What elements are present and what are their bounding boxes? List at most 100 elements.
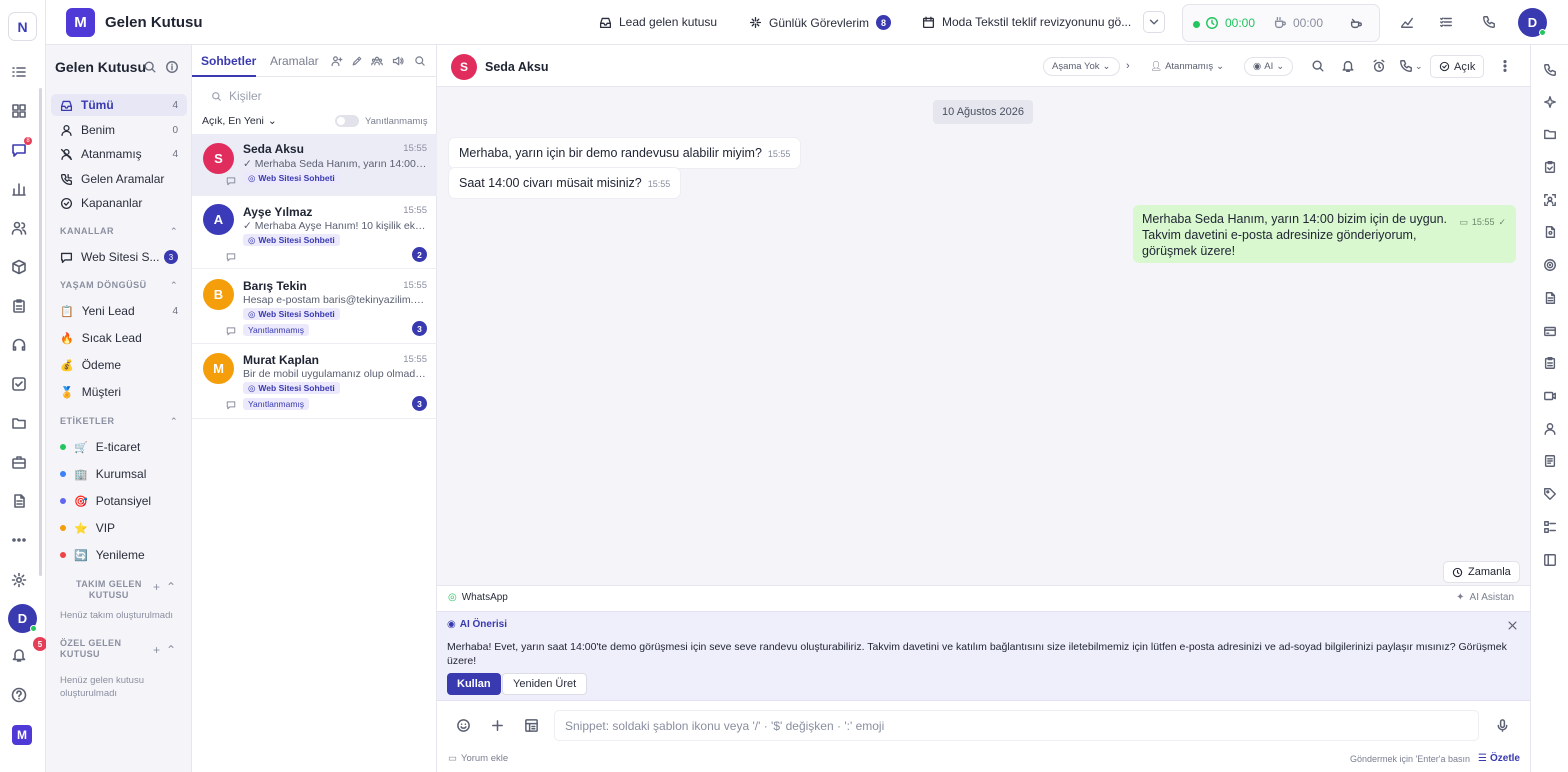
tag-vip[interactable]: ⭐ VIP xyxy=(51,517,187,539)
daily-tasks-link[interactable]: Günlük Görevlerim 8 xyxy=(749,15,892,30)
team-icon[interactable] xyxy=(371,55,383,67)
video-icon[interactable] xyxy=(1543,389,1557,403)
regenerate-button[interactable]: Yeniden Üret xyxy=(502,673,588,695)
contact-avatar[interactable]: S xyxy=(451,54,477,80)
conversation-item[interactable]: S Seda Aksu 15:55 ✓ Merhaba Seda Hanım, … xyxy=(192,134,437,196)
notes-icon[interactable] xyxy=(1543,454,1557,468)
team-inbox-actions[interactable]: + ⌃ xyxy=(153,580,176,594)
workspace-switcher[interactable]: N xyxy=(8,12,37,41)
assignee-dropdown[interactable]: 👤︎ Atanmamış ⌄ xyxy=(1141,57,1233,76)
rail-scrollbar[interactable] xyxy=(39,88,42,576)
task-list-icon[interactable] xyxy=(1439,15,1453,29)
search-icon[interactable] xyxy=(143,60,157,74)
stage-dropdown[interactable]: Aşama Yok ⌄ xyxy=(1043,57,1120,76)
target-icon[interactable] xyxy=(1543,258,1557,272)
emoji-icon[interactable] xyxy=(456,718,471,733)
schedule-button[interactable]: Zamanla xyxy=(1443,561,1520,583)
lifecycle-new-lead[interactable]: 📋 Yeni Lead 4 xyxy=(51,300,187,322)
settings-icon[interactable] xyxy=(11,572,27,588)
credit-card-icon[interactable] xyxy=(1543,324,1557,338)
folder-icon[interactable] xyxy=(1543,127,1557,141)
contact-name[interactable]: Seda Aksu xyxy=(485,60,548,74)
list-icon[interactable] xyxy=(11,64,27,80)
lead-inbox-link[interactable]: Lead gelen kutusu xyxy=(599,15,717,29)
add-comment-button[interactable]: ▭ Yorum ekle xyxy=(448,753,508,764)
message-input[interactable]: Snippet: soldaki şablon ikonu veya '/' ·… xyxy=(554,710,1479,741)
nav-item-incoming-calls[interactable]: Gelen Aramalar xyxy=(51,168,187,190)
summarize-button[interactable]: ☰ Özetle xyxy=(1478,753,1520,764)
chart-icon[interactable] xyxy=(11,181,27,197)
plus-icon[interactable] xyxy=(490,718,505,733)
template-icon[interactable] xyxy=(524,718,539,733)
break-toggle-icon[interactable] xyxy=(1349,16,1363,30)
nav-item-mine[interactable]: Benim 0 xyxy=(51,119,187,141)
tag-icon[interactable] xyxy=(1543,487,1557,501)
tab-chats[interactable]: Sohbetler xyxy=(201,54,256,68)
comment-icon[interactable] xyxy=(226,400,236,410)
call-dropdown[interactable]: ⌄ xyxy=(1399,59,1423,73)
info-icon[interactable] xyxy=(165,60,179,74)
box-icon[interactable] xyxy=(11,259,27,275)
status-open-button[interactable]: Açık xyxy=(1430,55,1485,78)
team-inbox-section[interactable]: TAKIM GELEN KUTUSU xyxy=(76,579,142,601)
scan-user-icon[interactable] xyxy=(1543,193,1557,207)
toggle-switch[interactable] xyxy=(335,115,359,127)
plus-icon[interactable]: + xyxy=(153,643,160,657)
clipboard-icon[interactable] xyxy=(11,298,27,314)
comment-icon[interactable] xyxy=(226,252,236,262)
break-timer[interactable]: 00:00 xyxy=(1273,16,1323,30)
sparkle-icon[interactable] xyxy=(1543,95,1557,109)
meeting-link[interactable]: Moda Tekstil teklif revizyonunu gö... xyxy=(922,15,1131,29)
bell-icon[interactable] xyxy=(11,647,27,663)
tag-corporate[interactable]: 🏢 Kurumsal xyxy=(51,463,187,485)
search-icon[interactable] xyxy=(1311,59,1325,73)
nav-item-unassigned[interactable]: Atanmamış 4 xyxy=(51,143,187,165)
chevron-up-icon[interactable]: ⌃ xyxy=(166,643,176,657)
private-inbox-section[interactable]: ÖZEL GELEN KUTUSU xyxy=(60,638,121,660)
file-user-icon[interactable] xyxy=(1543,225,1557,239)
phone-icon[interactable] xyxy=(1543,63,1557,77)
compose-icon[interactable] xyxy=(351,55,363,67)
tag-renewal[interactable]: 🔄 Yenileme xyxy=(51,544,187,566)
private-inbox-actions[interactable]: + ⌃ xyxy=(153,643,176,657)
channel-selector[interactable]: ◎ WhatsApp xyxy=(448,592,508,603)
comment-icon[interactable] xyxy=(226,176,236,186)
conversation-item[interactable]: M Murat Kaplan 15:55 Bir de mobil uygula… xyxy=(192,344,437,419)
more-vertical-icon[interactable] xyxy=(1498,59,1512,73)
search-icon[interactable] xyxy=(414,55,426,67)
microphone-icon[interactable] xyxy=(1495,718,1510,733)
lifecycle-section[interactable]: YAŞAM DÖNGÜSÜ ⌃ xyxy=(60,280,178,291)
conversation-item[interactable]: B Barış Tekin 15:55 Hesap e-postam baris… xyxy=(192,269,437,344)
analytics-icon[interactable] xyxy=(1400,15,1414,29)
contacts-search-input[interactable]: Kişiler xyxy=(202,85,427,107)
clipboard-check-icon[interactable] xyxy=(1543,160,1557,174)
help-icon[interactable] xyxy=(11,687,27,703)
tags-section[interactable]: ETİKETLER ⌃ xyxy=(60,416,178,427)
chat-icon[interactable]: 8 xyxy=(11,137,32,158)
add-contact-icon[interactable] xyxy=(331,55,343,67)
use-suggestion-button[interactable]: Kullan xyxy=(447,673,501,695)
plus-icon[interactable]: + xyxy=(153,580,160,594)
close-icon[interactable] xyxy=(1507,620,1518,631)
unreplied-toggle[interactable]: Yanıtlanmamış xyxy=(335,115,428,127)
sidebar-panel-icon[interactable] xyxy=(1543,553,1557,567)
checklist-icon[interactable] xyxy=(1543,520,1557,534)
lifecycle-customer[interactable]: 🏅 Müşteri xyxy=(51,381,187,403)
chevron-up-icon[interactable]: ⌃ xyxy=(166,580,176,594)
headset-icon[interactable] xyxy=(11,337,27,353)
nav-item-closed[interactable]: Kapananlar xyxy=(51,192,187,214)
dashboard-icon[interactable] xyxy=(11,103,27,119)
tag-potential[interactable]: 🎯 Potansiyel xyxy=(51,490,187,512)
conversation-item[interactable]: A Ayşe Yılmaz 15:55 ✓ Merhaba Ayşe Hanım… xyxy=(192,196,437,269)
work-timer-active[interactable]: 00:00 xyxy=(1205,16,1255,30)
user-icon[interactable] xyxy=(1543,422,1557,436)
lifecycle-hot-lead[interactable]: 🔥 Sıcak Lead xyxy=(51,327,187,349)
document-icon[interactable] xyxy=(1543,291,1557,305)
tag-ecommerce[interactable]: 🛒 E-ticaret xyxy=(51,436,187,458)
broadcast-icon[interactable] xyxy=(392,55,404,67)
bell-icon[interactable] xyxy=(1341,59,1355,73)
more-icon[interactable] xyxy=(11,532,27,548)
users-icon[interactable] xyxy=(11,220,27,236)
channel-website-chat[interactable]: Web Sitesi S... 3 xyxy=(51,246,187,268)
chevron-down-icon[interactable] xyxy=(1143,11,1165,33)
